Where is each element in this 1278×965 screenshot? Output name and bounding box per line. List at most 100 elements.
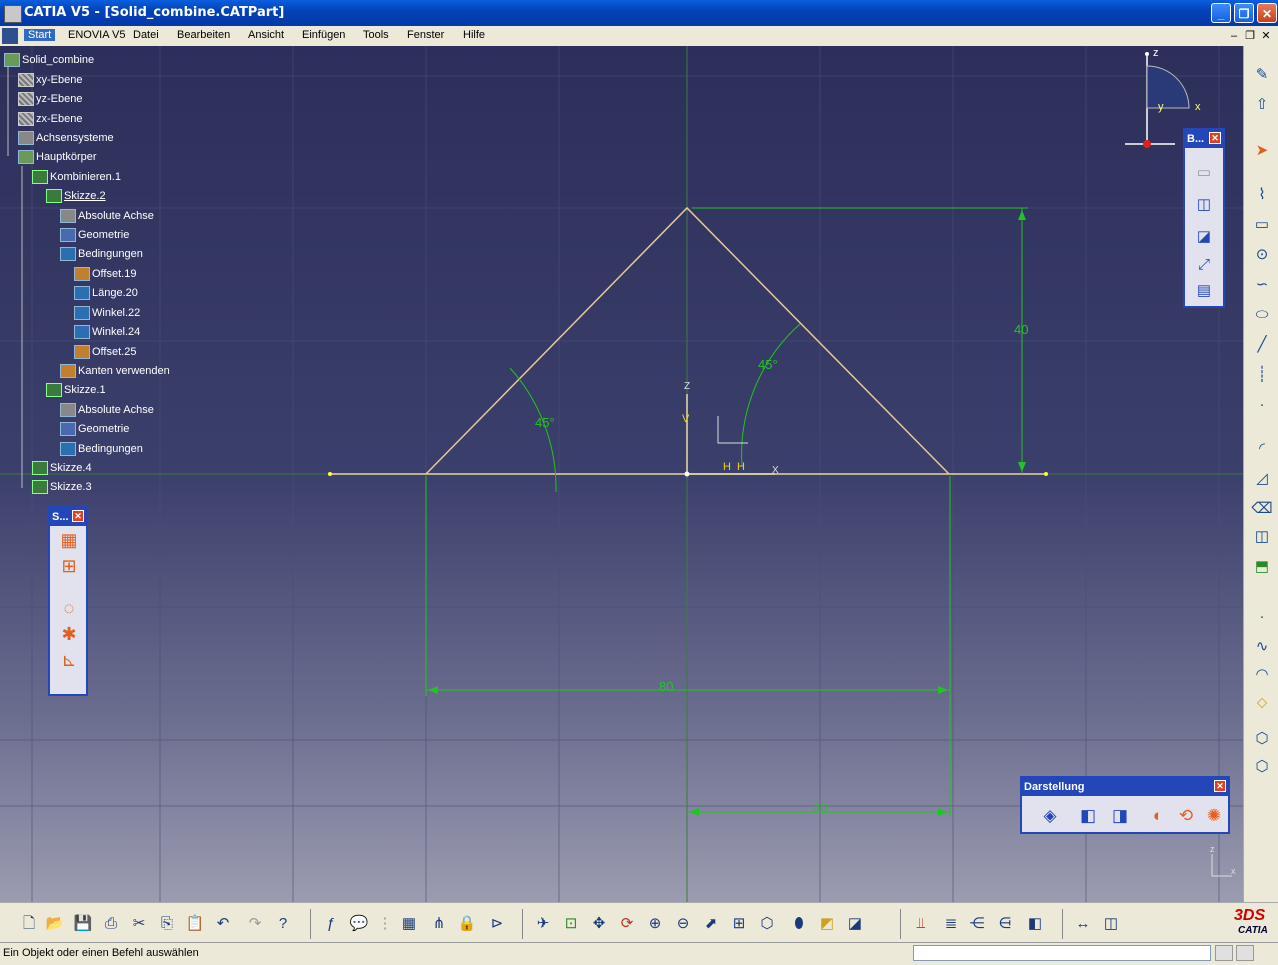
construction-element-icon[interactable]: ◌ [58,598,80,618]
knowledge-icon[interactable]: ⋮ [374,913,396,935]
tree-node-offset-19[interactable]: Offset.19 [74,266,136,282]
close-icon[interactable]: ✕ [72,510,84,522]
tree-node-main-body[interactable]: Hauptkörper [18,149,97,165]
dimension-width-label[interactable]: 80 [659,679,673,694]
tree-node-sketch-4[interactable]: Skizze.4 [32,460,92,476]
formula-icon[interactable]: ƒ [320,913,342,935]
ellipse-icon[interactable]: ⬭ [1251,304,1273,326]
copy-icon[interactable]: ⎘ [156,913,178,935]
save-icon[interactable]: 💾 [72,913,94,935]
lock-icon[interactable]: 🔒 [456,913,478,935]
toolbar-title[interactable]: B... ✕ [1185,130,1223,148]
status-button-2[interactable] [1236,945,1254,961]
menu-start[interactable]: Start [24,29,56,41]
analysis-icon[interactable]: ▤ [1193,280,1215,302]
tree-node-offset-25[interactable]: Offset.25 [74,344,136,360]
dimension-half-label[interactable]: 40 [813,800,827,815]
tree-node-sketch-2[interactable]: Skizze.2 [46,188,106,204]
tree-node-plane-zx[interactable]: zx-Ebene [18,111,82,127]
toolbar-title[interactable]: S... ✕ [50,508,86,526]
menu-datei[interactable]: Datei [133,29,159,41]
tree-node-constraints[interactable]: Bedingungen [60,246,143,262]
catia-app-icon[interactable] [4,5,22,23]
rectangle-icon[interactable]: ▭ [1251,214,1273,236]
redo-icon[interactable]: ↷ [244,913,266,935]
sketch-canvas[interactable]: 40 80 40 45° 45° Z X V H H z x y z x [0,46,1243,902]
menu-bearbeiten[interactable]: Bearbeiten [177,29,230,41]
tree-node-abs-axis[interactable]: Absolute Achse [60,208,154,224]
pan-icon[interactable]: ✥ [588,913,610,935]
undo-icon[interactable]: ↶ [212,913,234,935]
menu-fenster[interactable]: Fenster [407,29,444,41]
select-arrow-icon[interactable]: ➤ [1251,140,1273,162]
conic-icon[interactable]: ◠ [1251,664,1273,686]
iso-view-icon[interactable]: ⬡ [756,913,778,935]
tree-node-angle-24[interactable]: Winkel.24 [74,324,140,340]
swap-visible-space-icon[interactable]: ◪ [844,913,866,935]
cut-icon[interactable]: ✂ [128,913,150,935]
tree-node-angle-22[interactable]: Winkel.22 [74,305,140,321]
sketch-tools-toolbar[interactable]: S... ✕ ▦ ⊞ ◌ ✱ ⊾ [48,506,88,696]
help-icon[interactable]: ? [272,913,294,935]
hide-show-icon[interactable]: ◩ [816,913,838,935]
tag-icon[interactable]: ⬦ [1251,692,1273,714]
open-folder-icon[interactable]: 📂 [44,913,66,935]
darstellung-toolbar[interactable]: Darstellung ✕ ◈ ◧ ◨ ◐ ⟲ ✺ [1020,776,1230,834]
comment-icon[interactable]: 💬 [348,913,370,935]
minimize-button[interactable]: _ [1211,3,1231,23]
macro-icon[interactable]: ⊳ [486,913,508,935]
paste-icon[interactable]: 📋 [184,913,206,935]
line-icon[interactable]: ╱ [1251,334,1273,356]
power-input-field[interactable] [913,945,1211,961]
close-button[interactable]: ✕ [1257,3,1277,23]
multi-view-icon[interactable]: ⊞ [728,913,750,935]
dimension-height-label[interactable]: 40 [1014,322,1028,337]
menu-ansicht[interactable]: Ansicht [248,29,284,41]
tree-node-sketch-1[interactable]: Skizze.1 [46,382,106,398]
close-icon[interactable]: ✕ [1209,132,1221,144]
menu-einfuegen[interactable]: Einfügen [302,29,345,41]
tree-node-geometry-2[interactable]: Geometrie [60,421,129,437]
fly-mode-icon[interactable]: ✈ [532,913,554,935]
new-file-icon[interactable]: 🗋 [18,913,40,935]
menu-enovia[interactable]: ENOVIA V5 [68,29,125,41]
tree-node-combine[interactable]: Kombinieren.1 [32,169,121,185]
sketch-analysis-icon[interactable]: ⟲ [1174,804,1198,828]
geometrical-constraints-icon[interactable]: ✱ [58,624,80,644]
sketcher-icon[interactable]: ✎ [1251,64,1273,86]
menu-tools[interactable]: Tools [363,29,389,41]
circle-icon[interactable]: ⊙ [1251,244,1273,266]
project-3d-elements-icon[interactable]: ⬒ [1251,556,1273,578]
measure-icon[interactable]: ⤢ [1193,254,1215,276]
constraint-point-icon[interactable]: · [1251,606,1273,628]
measure-item-icon[interactable]: ◫ [1100,913,1122,935]
exit-workbench-icon[interactable]: ▭ [1193,162,1215,184]
tree-collapse-icon[interactable]: ⋳ [994,913,1016,935]
construction-endpoint[interactable] [328,472,332,476]
shading-icon[interactable]: ⬮ [788,913,810,935]
tree-node-abs-axis-2[interactable]: Absolute Achse [60,402,154,418]
tree-expand-icon[interactable]: ⋲ [966,913,988,935]
snap-to-point-icon[interactable]: ⊞ [58,556,80,576]
3d-viewport[interactable]: 40 80 40 45° 45° Z X V H H z x y z x Sol… [0,46,1243,902]
tree-node-axis-systems[interactable]: Achsensysteme [18,130,114,146]
curve-icon[interactable]: ∿ [1251,636,1273,658]
spline-icon[interactable]: ∽ [1251,274,1273,296]
angle-right-label[interactable]: 45° [758,357,778,372]
doc-restore-icon[interactable]: ❐ [1242,29,1258,42]
trim-icon[interactable]: ⌫ [1251,498,1273,520]
print-icon[interactable]: ⎙ [100,913,122,935]
sketch-positioned-icon[interactable]: ◪ [1193,226,1215,248]
diagnostics-icon[interactable]: ✺ [1202,804,1226,828]
doc-close-icon[interactable]: ✕ [1258,29,1274,42]
tree-node-root[interactable]: Solid_combine [4,52,94,68]
visualization-icon[interactable]: ◧ [1076,804,1100,828]
axis-icon[interactable]: ┊ [1251,364,1273,386]
document-icon[interactable] [2,28,18,44]
tree-node-constraints-2[interactable]: Bedingungen [60,441,143,457]
normal-view-icon[interactable]: ⬈ [700,913,722,935]
cut-part-by-plane-icon[interactable]: ◈ [1038,804,1062,828]
dimensional-constraints-icon[interactable]: ⊾ [58,650,80,670]
cube-view-icon-2[interactable]: ⬡ [1251,756,1273,778]
tree-node-sketch-3[interactable]: Skizze.3 [32,479,92,495]
